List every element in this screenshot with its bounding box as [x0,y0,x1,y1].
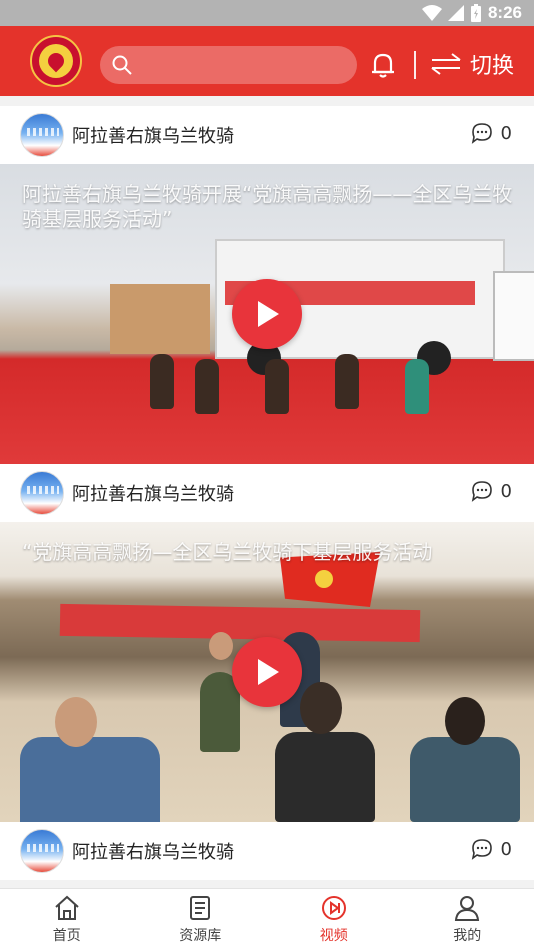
author-name[interactable]: 阿拉善右旗乌兰牧骑 [72,838,234,864]
video-thumbnail[interactable]: “党旗高高飘扬—全区乌兰牧骑下基层服务活动 [0,522,534,822]
home-icon [55,895,79,920]
video-play-icon [321,896,346,920]
author-avatar[interactable] [20,113,64,157]
wifi-icon [421,5,442,21]
status-time: 8:26 [487,3,522,22]
author-row[interactable]: 阿拉善右旗乌兰牧骑 0 [0,822,534,880]
comment-count: 0 [500,838,512,860]
app-logo [30,35,82,87]
comment-icon [471,839,492,860]
author-avatar[interactable] [20,471,64,515]
bottom-navigation: 首页 资源库 视频 我的 [0,888,534,950]
nav-profile-label: 我的 [453,928,482,944]
nav-resources-label: 资源库 [179,928,222,944]
battery-icon [470,4,481,22]
author-row[interactable]: 阿拉善右旗乌兰牧骑 0 [0,106,534,164]
author-row[interactable]: 阿拉善右旗乌兰牧骑 0 [0,464,534,522]
video-feed: 阿拉善右旗乌兰牧骑 0 阿拉善右旗乌兰牧骑开展“党旗高高飘扬——全区乌兰牧骑基层… [0,96,534,888]
nav-video[interactable]: 视频 [267,889,401,950]
video-title: “党旗高高飘扬—全区乌兰牧骑下基层服务活动 [22,540,433,564]
video-title: 阿拉善右旗乌兰牧骑开展“党旗高高飘扬——全区乌兰牧骑基层服务活动” [22,182,513,231]
app-header: 切换 [0,26,534,96]
play-button[interactable] [232,279,302,349]
banner [59,603,421,643]
switch-arrows-icon [431,53,461,75]
comment-icon [471,123,492,144]
comment-button[interactable]: 0 [471,480,512,502]
switch-button[interactable]: 切换 [430,48,514,80]
comment-icon [471,481,492,502]
nav-profile[interactable]: 我的 [401,889,534,950]
nav-home-label: 首页 [52,928,81,944]
nav-video-label: 视频 [319,928,348,944]
notification-bell-icon[interactable] [368,50,398,80]
comment-button[interactable]: 0 [471,122,512,144]
play-icon [258,301,279,327]
nav-resources[interactable]: 资源库 [134,889,268,950]
video-thumbnail[interactable]: 阿拉善右旗乌兰牧骑开展“党旗高高飘扬——全区乌兰牧骑基层服务活动” [0,164,534,464]
document-icon [190,896,211,920]
author-name[interactable]: 阿拉善右旗乌兰牧骑 [72,480,234,506]
comment-count: 0 [500,480,512,502]
header-divider [414,51,416,79]
author-avatar[interactable] [20,829,64,873]
author-name[interactable]: 阿拉善右旗乌兰牧骑 [72,122,234,148]
building [110,284,210,354]
switch-label: 切换 [470,54,515,79]
play-icon [258,659,279,685]
comment-count: 0 [500,122,512,144]
play-button[interactable] [232,637,302,707]
nav-home[interactable]: 首页 [0,889,134,950]
signal-icon [447,5,464,21]
search-icon [112,55,132,75]
search-input[interactable] [100,46,357,84]
comment-button[interactable]: 0 [471,838,512,860]
user-icon [455,896,480,921]
status-bar: 8:26 [0,0,534,26]
